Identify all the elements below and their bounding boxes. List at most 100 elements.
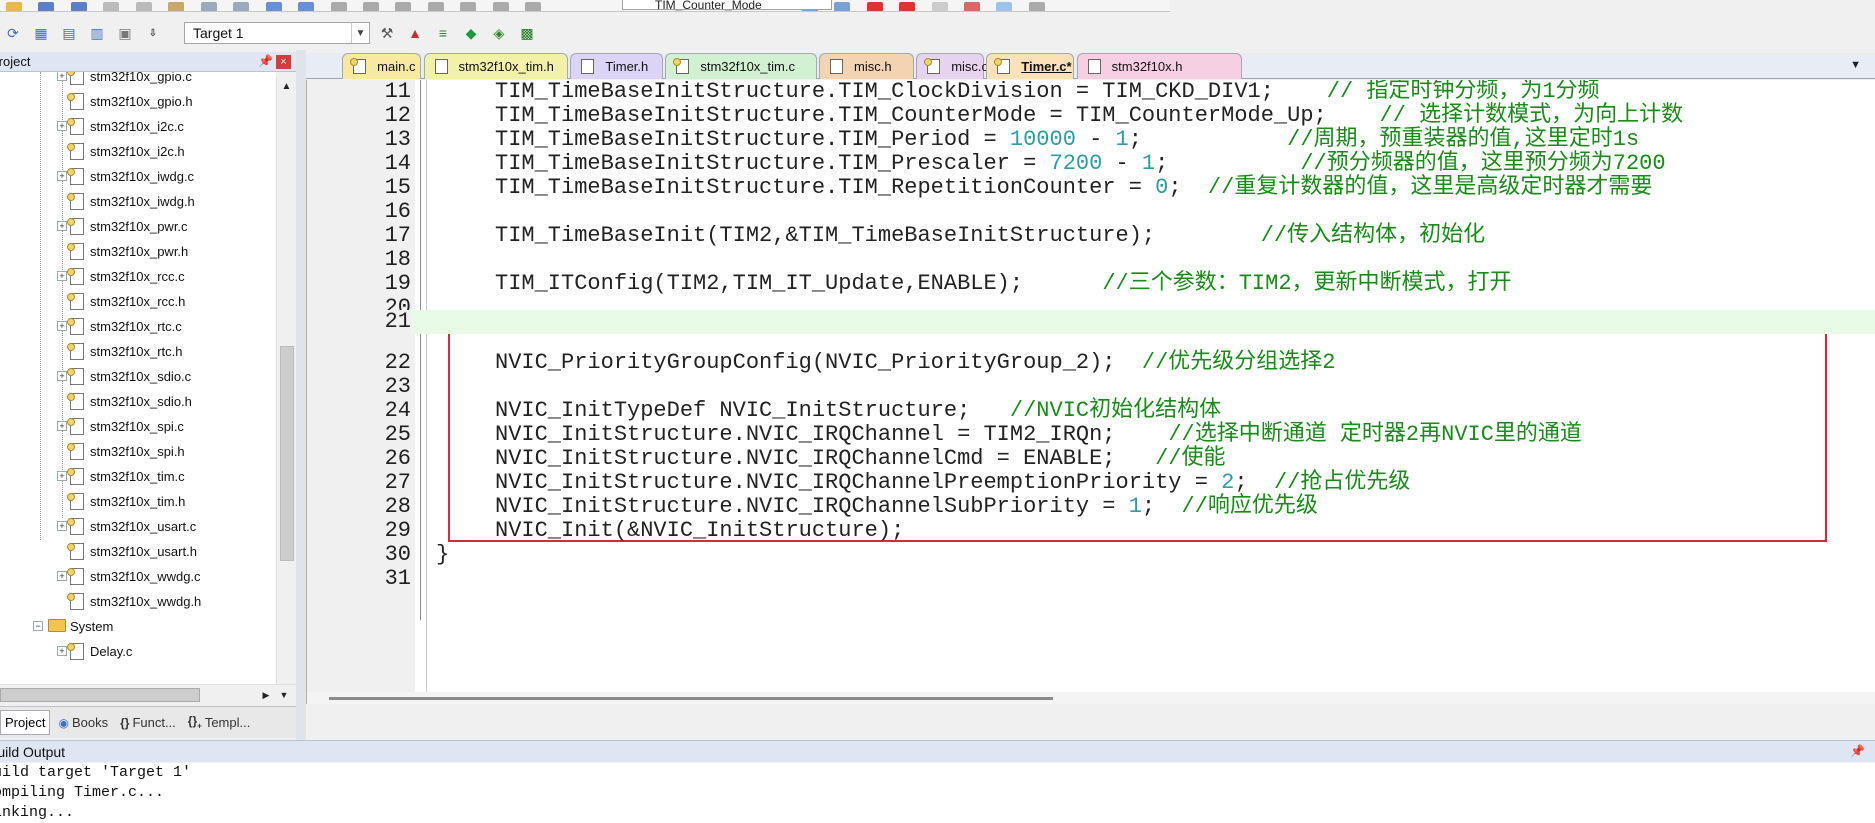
code-line[interactable]: 28 NVIC_InitStructure.NVIC_IRQChannelSubP… (307, 495, 1875, 519)
code-line[interactable]: 14 TIM_TimeBaseInitStructure.TIM_Prescale… (307, 152, 1875, 176)
expand-icon[interactable]: + (57, 121, 67, 131)
code-line[interactable]: 18 (307, 248, 1875, 272)
pin-icon[interactable]: 📌 (1850, 744, 1865, 758)
open-file-icon[interactable] (6, 2, 22, 11)
editor-tab[interactable]: Timer.c* (986, 53, 1075, 79)
editor-tab[interactable]: stm32f10x.h (1076, 53, 1242, 79)
expand-icon[interactable]: + (57, 646, 67, 656)
target-options-icon[interactable]: ⚒ (376, 22, 398, 44)
editor-tab[interactable]: misc.c (916, 53, 988, 79)
undo-icon[interactable] (200, 2, 217, 11)
debug-start-icon[interactable] (866, 2, 883, 11)
stop-build-icon[interactable]: ▣ (114, 22, 136, 44)
code-line[interactable]: 13 TIM_TimeBaseInitStructure.TIM_Period =… (307, 128, 1875, 152)
expand-icon[interactable]: + (57, 72, 67, 81)
code-line[interactable]: 24 NVIC_InitTypeDef NVIC_InitStructure; /… (307, 399, 1875, 423)
tab-functions[interactable]: {} Funct... (116, 711, 180, 734)
code-line[interactable]: 30} (307, 543, 1875, 567)
manage-components-icon[interactable]: ◆ (460, 22, 482, 44)
code-line[interactable]: 29 NVIC_Init(&NVIC_InitStructure); (307, 519, 1875, 543)
target-select-value: Target 1 (193, 25, 244, 41)
cut-icon[interactable] (103, 2, 120, 11)
incremental-find-icon[interactable] (834, 2, 851, 11)
code-line[interactable]: 22 NVIC_PriorityGroupConfig(NVIC_Priority… (307, 351, 1875, 375)
bookmark-next-icon[interactable] (395, 2, 412, 11)
indent-icon[interactable] (427, 2, 444, 11)
scroll-up-icon[interactable]: ▲ (277, 78, 296, 96)
forward-icon[interactable] (298, 2, 315, 11)
expand-icon[interactable]: + (57, 221, 67, 231)
code-line[interactable]: 12 TIM_TimeBaseInitStructure.TIM_CounterM… (307, 104, 1875, 128)
code-editor[interactable]: 11 TIM_TimeBaseInitStructure.TIM_ClockDiv… (306, 80, 1875, 704)
collapse-icon[interactable]: − (33, 621, 43, 631)
redo-icon[interactable] (233, 2, 250, 11)
pack-installer-icon[interactable]: ◈ (488, 22, 510, 44)
configure-icon[interactable] (1028, 2, 1045, 11)
download-icon[interactable]: ⇩ (142, 22, 164, 44)
save-all-icon[interactable] (70, 2, 87, 11)
select-packs-icon[interactable]: ≡ (432, 22, 454, 44)
scroll-thumb[interactable] (329, 697, 1053, 700)
code-line[interactable]: 26 NVIC_InitStructure.NVIC_IRQChannelCmd … (307, 447, 1875, 471)
code-line[interactable]: 21 (307, 310, 1875, 334)
kill-breakpoints-icon[interactable] (963, 2, 980, 11)
project-tree-vscroll[interactable]: ▲ (276, 78, 296, 684)
code-line[interactable]: 23 (307, 375, 1875, 399)
editor-tab[interactable]: stm32f10x_tim.h (423, 53, 569, 79)
editor-tab[interactable]: main.c (342, 53, 422, 79)
unindent-icon[interactable] (460, 2, 477, 11)
code-line[interactable]: 17 TIM_TimeBaseInit(TIM2,&TIM_TimeBaseIni… (307, 224, 1875, 248)
code-line[interactable]: 25 NVIC_InitStructure.NVIC_IRQChannel = T… (307, 423, 1875, 447)
expand-icon[interactable]: + (57, 371, 67, 381)
bookmark-icon[interactable] (330, 2, 347, 11)
run-time-environment-icon[interactable]: ▩ (516, 22, 538, 44)
chevron-down-icon[interactable]: ▼ (351, 23, 369, 43)
paste-icon[interactable] (168, 2, 185, 11)
code-line[interactable]: 15 TIM_TimeBaseInitStructure.TIM_Repetiti… (307, 176, 1875, 200)
code-line[interactable]: 11 TIM_TimeBaseInitStructure.TIM_ClockDiv… (307, 80, 1875, 104)
code-line[interactable]: 16 (307, 200, 1875, 224)
editor-tab[interactable]: stm32f10x_tim.c (665, 53, 817, 79)
tab-books[interactable]: ◉ Books (54, 711, 112, 734)
batch-build-icon[interactable]: ▥ (86, 22, 108, 44)
scroll-down-icon[interactable]: ▼ (276, 687, 292, 703)
manage-project-items-icon[interactable]: ▲ (404, 22, 426, 44)
comment-icon[interactable] (492, 2, 509, 11)
project-tree-hscroll[interactable]: ▶ ▼ (0, 684, 296, 704)
save-icon[interactable] (38, 2, 55, 11)
back-icon[interactable] (265, 2, 282, 11)
expand-icon[interactable]: + (57, 421, 67, 431)
expand-icon[interactable]: + (57, 171, 67, 181)
breakpoint-disable-icon[interactable] (931, 2, 948, 11)
bookmark-prev-icon[interactable] (362, 2, 379, 11)
code-line[interactable]: 27 NVIC_InitStructure.NVIC_IRQChannelPree… (307, 471, 1875, 495)
expand-icon[interactable]: + (57, 571, 67, 581)
expand-icon[interactable]: + (57, 321, 67, 331)
scroll-thumb[interactable] (0, 688, 200, 702)
translate-icon[interactable]: ⟳ (2, 22, 24, 44)
tab-project[interactable]: Project (0, 710, 51, 735)
tab-templates[interactable]: {}+ Templ... (184, 710, 255, 734)
code-line[interactable]: 31 (307, 567, 1875, 591)
find-dropdown[interactable]: TIM_Counter_Mode (622, 0, 832, 11)
copy-icon[interactable] (135, 2, 152, 11)
panel-splitter[interactable] (296, 50, 306, 740)
scroll-thumb[interactable] (280, 346, 294, 561)
uncomment-icon[interactable] (525, 2, 542, 11)
target-select[interactable]: Target 1 ▼ (184, 22, 370, 44)
pin-icon[interactable]: 📌 (258, 54, 273, 68)
editor-hscroll[interactable] (307, 692, 1875, 704)
rebuild-icon[interactable]: ▤ (58, 22, 80, 44)
expand-icon[interactable]: + (57, 521, 67, 531)
code-line[interactable]: 19 TIM_ITConfig(TIM2,TIM_IT_Update,ENABLE… (307, 272, 1875, 296)
editor-tab[interactable]: misc.h (819, 53, 914, 79)
close-icon[interactable]: × (276, 55, 291, 69)
build-icon[interactable]: ▦ (30, 22, 52, 44)
editor-tab[interactable]: Timer.h (570, 53, 664, 79)
expand-icon[interactable]: + (57, 271, 67, 281)
scroll-right-icon[interactable]: ▶ (258, 687, 274, 703)
tab-list-chevron-icon[interactable]: ▼ (1850, 59, 1861, 71)
window-layout-icon[interactable] (996, 2, 1013, 11)
breakpoint-icon[interactable] (899, 2, 916, 11)
expand-icon[interactable]: + (57, 471, 67, 481)
